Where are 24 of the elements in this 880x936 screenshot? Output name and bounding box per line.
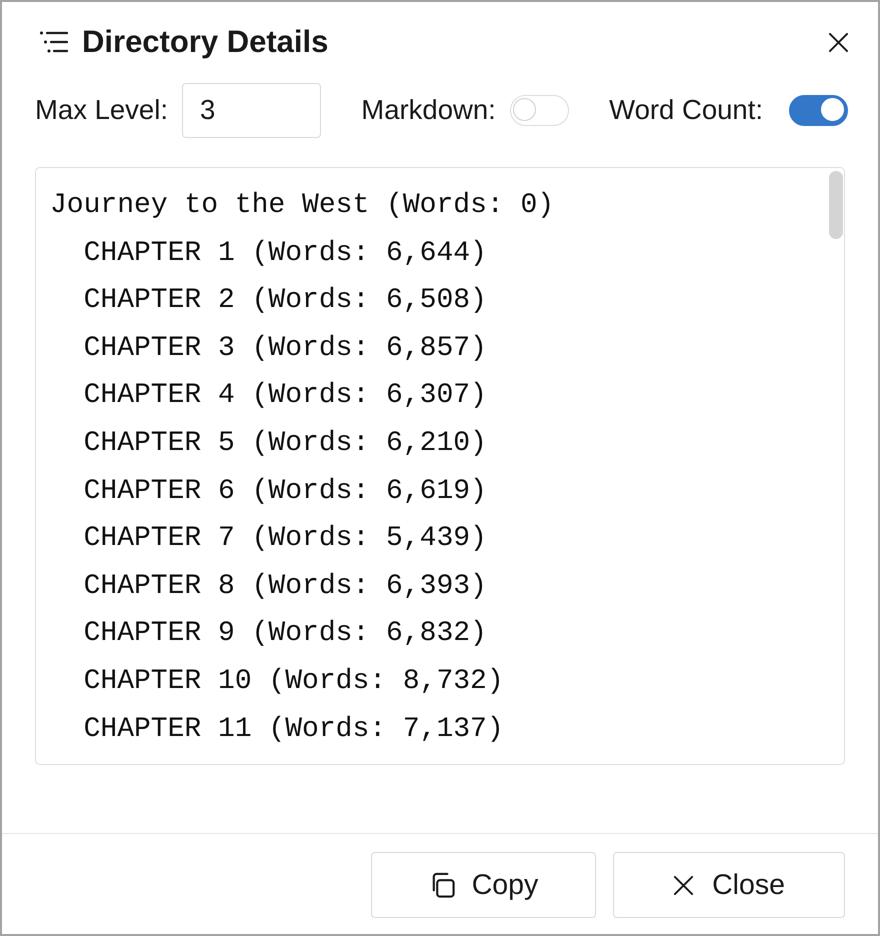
outline-line: CHAPTER 1 (Words: 6,644) xyxy=(84,236,487,271)
close-icon xyxy=(673,874,694,896)
outline-line: CHAPTER 6 (Words: 6,619) xyxy=(84,474,487,509)
outline-line: CHAPTER 8 (Words: 6,393) xyxy=(84,570,487,604)
option-label: Word Count: xyxy=(609,94,763,126)
option-label: Max Level: xyxy=(35,94,168,126)
outline-line: CHAPTER 2 (Words: 6,508) xyxy=(84,284,487,318)
outline-line: CHAPTER 3 (Words: 6,857) xyxy=(84,332,487,366)
option-label: Markdown: xyxy=(361,94,496,126)
close-button[interactable]: Close xyxy=(613,852,845,918)
outline-line: Journey to the West (Words: 0) xyxy=(50,189,554,223)
outline-icon xyxy=(40,31,68,53)
outline-line: CHAPTER 5 (Words: 6,210) xyxy=(84,426,487,461)
scrollbar-thumb[interactable] xyxy=(829,171,843,239)
number-field[interactable]: 3 xyxy=(182,82,321,138)
outline-line: CHAPTER 11 (Words: 7,137) xyxy=(84,712,504,747)
outline-line: CHAPTER 9 (Words: 6,832) xyxy=(84,617,487,652)
outline-line: CHAPTER 4 (Words: 6,307) xyxy=(84,379,487,414)
copy-button[interactable]: Copy xyxy=(371,852,596,918)
dialog-title: Directory Details xyxy=(82,24,328,60)
toggle-switch[interactable] xyxy=(788,94,848,126)
close-icon[interactable] xyxy=(829,32,848,52)
outline-line: CHAPTER 7 (Words: 5,439) xyxy=(84,522,487,556)
outline-line: CHAPTER 10 (Words: 8,732) xyxy=(84,664,504,699)
